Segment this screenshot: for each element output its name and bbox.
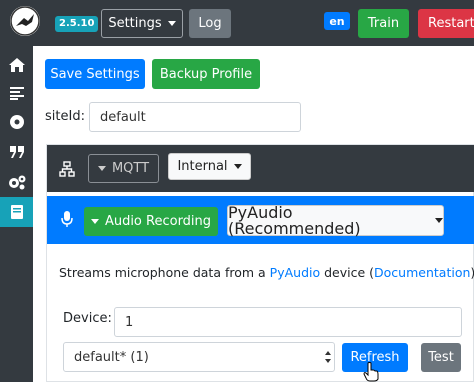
pyaudio-link[interactable]: PyAudio: [270, 265, 320, 280]
description-text: Streams microphone data from a: [59, 265, 270, 280]
caret-down-icon: [97, 166, 106, 171]
caret-down-icon: [90, 219, 99, 224]
sidebar-item-record[interactable]: [0, 107, 33, 137]
microphone-icon: [61, 211, 73, 227]
description-text: ): [470, 265, 474, 280]
device-label: Device:: [63, 311, 112, 326]
sidebar-item-home[interactable]: [0, 50, 33, 80]
sidebar-item-sentences[interactable]: [0, 137, 33, 167]
main-content: Save Settings Backup Profile siteId: def…: [33, 46, 474, 382]
home-icon: [8, 58, 25, 72]
audio-system-value: PyAudio (Recommended): [228, 202, 361, 238]
restart-button[interactable]: Restart: [418, 9, 474, 38]
logo-icon: [10, 6, 40, 36]
test-button[interactable]: Test: [421, 343, 461, 372]
documentation-link[interactable]: Documentation: [374, 265, 470, 280]
description-text: device (: [320, 265, 375, 280]
sidebar-item-words[interactable]: [0, 78, 33, 108]
audio-system-select[interactable]: PyAudio (Recommended): [227, 202, 444, 238]
audio-recording-header: Audio Recording PyAudio (Recommended): [47, 196, 474, 244]
network-icon: [59, 161, 75, 177]
caret-down-icon: [167, 21, 176, 26]
record-icon: [9, 115, 24, 129]
settings-dropdown-button[interactable]: Settings: [101, 9, 183, 38]
book-icon: [10, 205, 23, 219]
top-navbar: 2.5.10 Settings Log en Train Restart: [0, 0, 474, 46]
rhasspy-logo[interactable]: [10, 6, 40, 36]
mqtt-label: MQTT: [111, 161, 150, 176]
device-input[interactable]: 1: [114, 307, 462, 337]
mqtt-mode-value: Internal: [177, 159, 228, 174]
mqtt-mode-select[interactable]: Internal: [168, 153, 251, 180]
sidebar-item-documentation[interactable]: [0, 197, 33, 227]
audio-description: Streams microphone data from a PyAudio d…: [59, 265, 474, 280]
mqtt-toggle-button[interactable]: MQTT: [88, 154, 159, 183]
settings-card: MQTT Internal Audio Recording PyAudio (R…: [46, 144, 474, 382]
sidebar: [0, 46, 33, 382]
audio-recording-toggle-button[interactable]: Audio Recording: [84, 207, 218, 236]
gears-icon: [8, 175, 25, 190]
language-badge[interactable]: en: [324, 12, 350, 30]
quote-icon: [9, 146, 24, 158]
train-button[interactable]: Train: [358, 9, 409, 38]
list-icon: [9, 87, 24, 100]
save-settings-button[interactable]: Save Settings: [45, 59, 145, 89]
siteid-input[interactable]: default: [89, 102, 301, 132]
hand-pointer-icon: [363, 362, 379, 382]
chevron-down-icon: [233, 164, 242, 169]
version-badge: 2.5.10: [55, 16, 99, 32]
device-select[interactable]: default* (1): [63, 342, 335, 372]
select-arrows-icon: [325, 351, 331, 363]
settings-label: Settings: [108, 16, 162, 31]
device-select-value: default* (1): [74, 349, 149, 365]
backup-profile-button[interactable]: Backup Profile: [152, 59, 260, 89]
audio-recording-label: Audio Recording: [104, 214, 212, 229]
sidebar-item-settings[interactable]: [0, 167, 33, 197]
log-button[interactable]: Log: [189, 9, 231, 38]
mqtt-header: MQTT Internal: [47, 145, 474, 192]
chevron-down-icon: [435, 218, 443, 223]
siteid-label: siteId:: [45, 109, 85, 124]
